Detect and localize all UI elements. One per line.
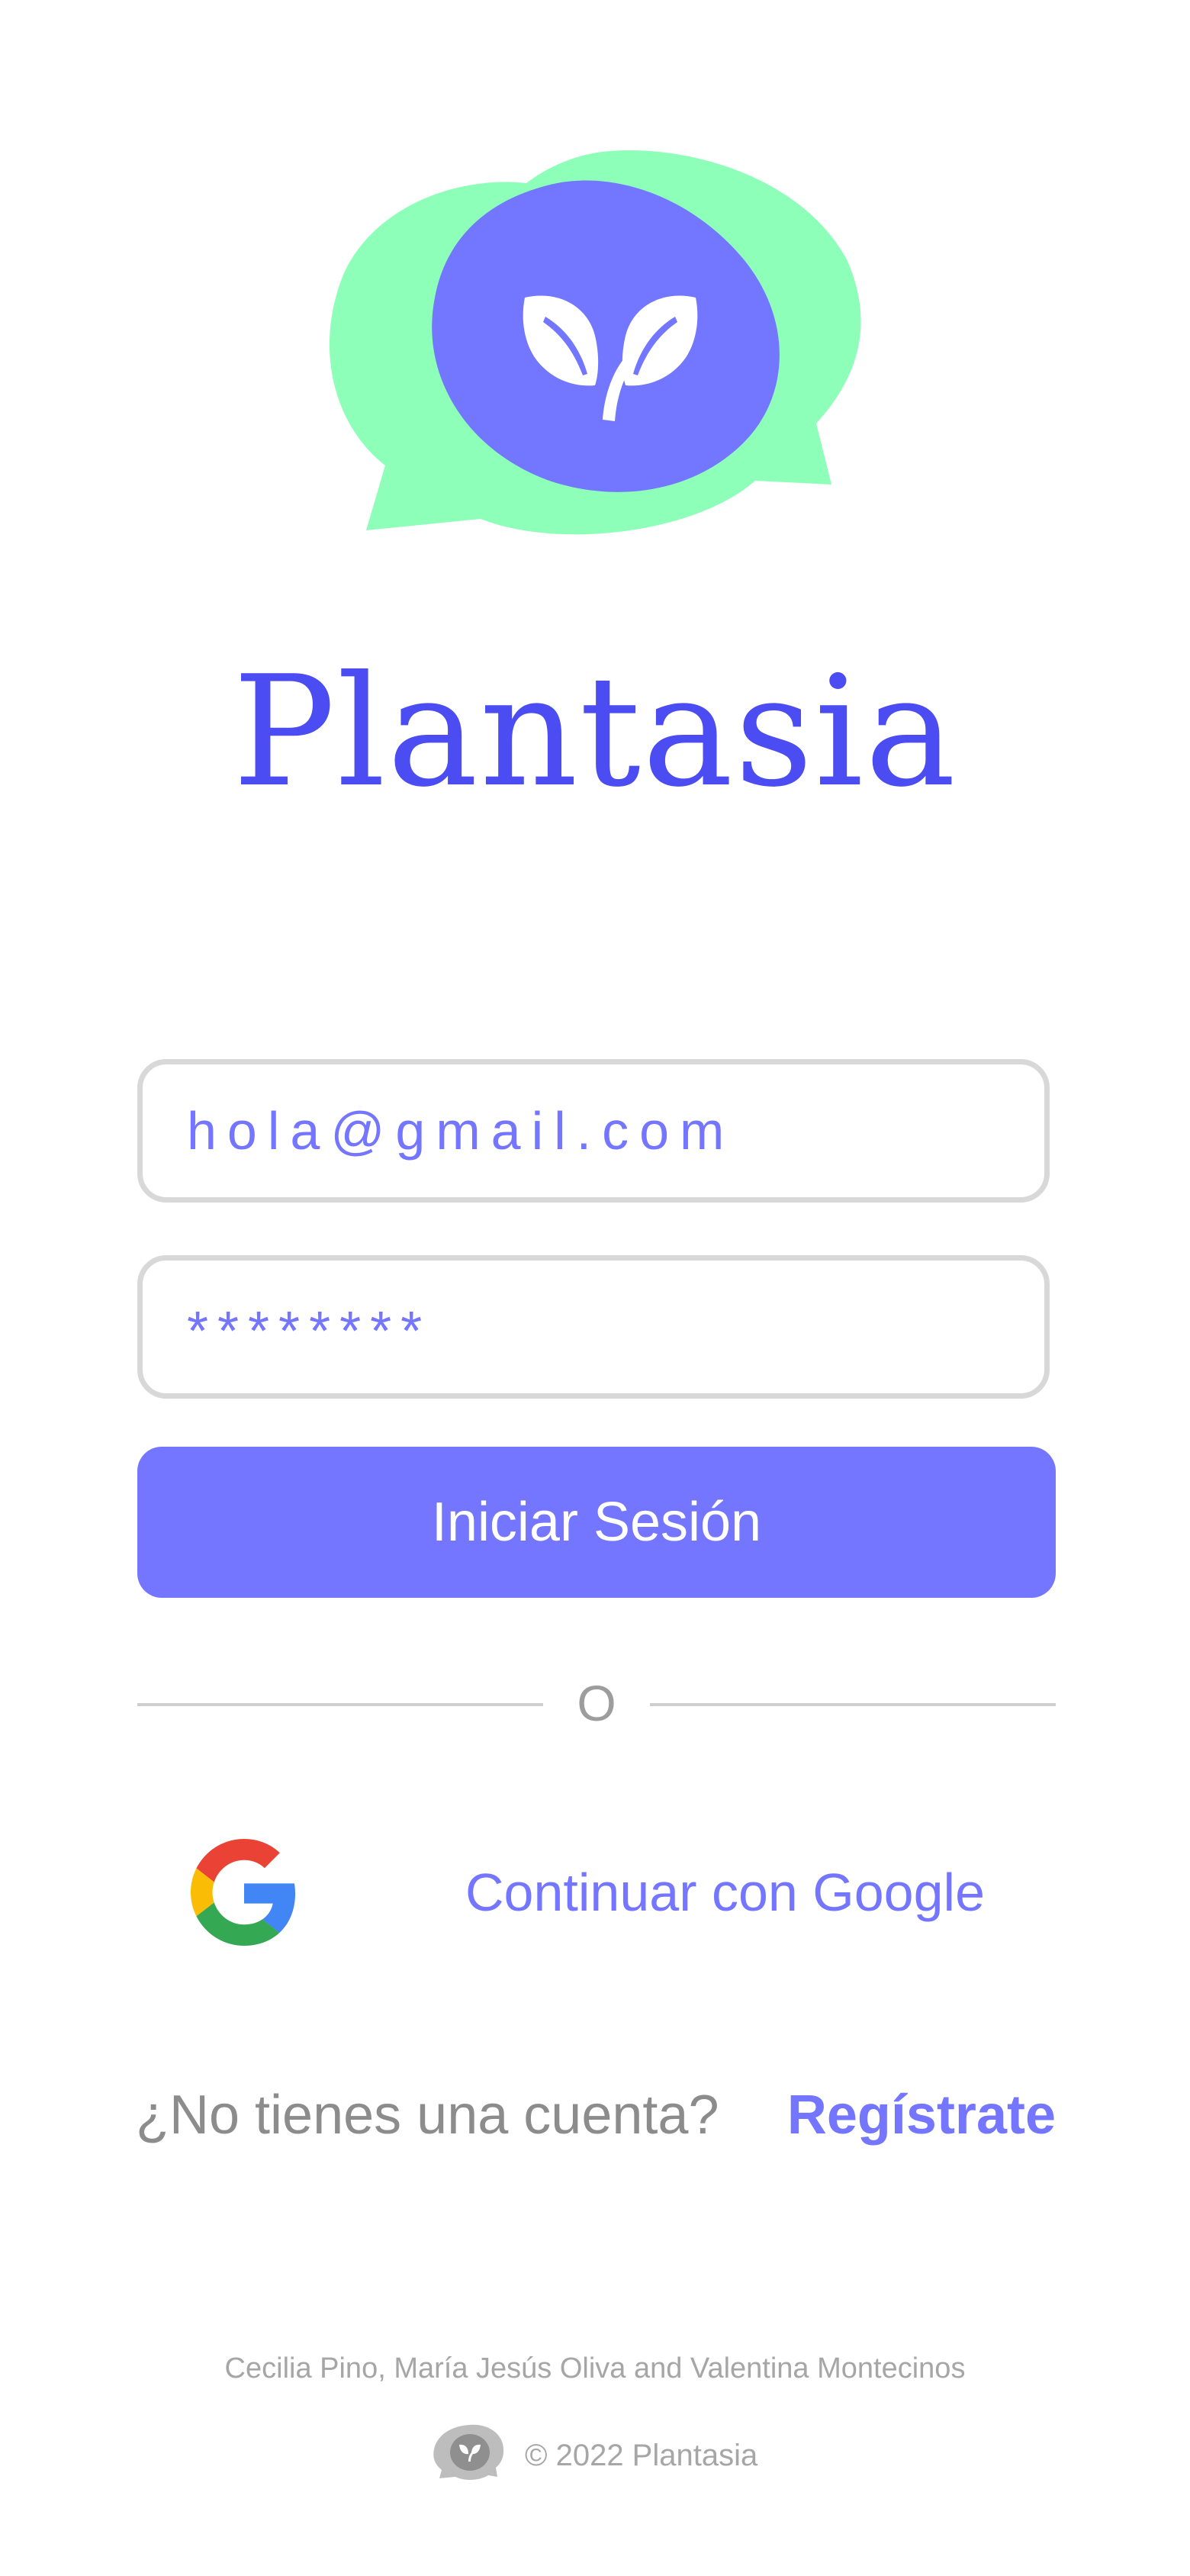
password-field[interactable]: ******** [137, 1255, 1050, 1399]
app-title: Plantasia [232, 643, 958, 821]
app-logo [328, 145, 862, 542]
divider-line-left [137, 1703, 543, 1706]
plant-chat-bubbles-icon [329, 150, 861, 535]
email-field[interactable]: hola@gmail.com [137, 1059, 1050, 1203]
google-g-icon [191, 1839, 296, 1946]
google-login-button[interactable]: Continuar con Google [137, 1816, 1056, 1969]
divider-text: O [577, 1675, 616, 1731]
footer-copyright: © 2022 Plantasia [525, 2439, 758, 2472]
signup-link[interactable]: Regístrate [787, 2077, 1056, 2153]
footer-logo-icon [430, 2422, 507, 2483]
login-button[interactable]: Iniciar Sesión [137, 1447, 1056, 1598]
footer-credits: Cecilia Pino, María Jesús Oliva and Vale… [224, 2352, 966, 2384]
signup-question: ¿No tienes una cuenta? [136, 2085, 719, 2146]
email-value: hola@gmail.com [187, 1101, 735, 1161]
password-value: ******** [187, 1301, 432, 1362]
divider-line-right [650, 1703, 1056, 1706]
google-login-label: Continuar con Google [465, 1863, 985, 1922]
